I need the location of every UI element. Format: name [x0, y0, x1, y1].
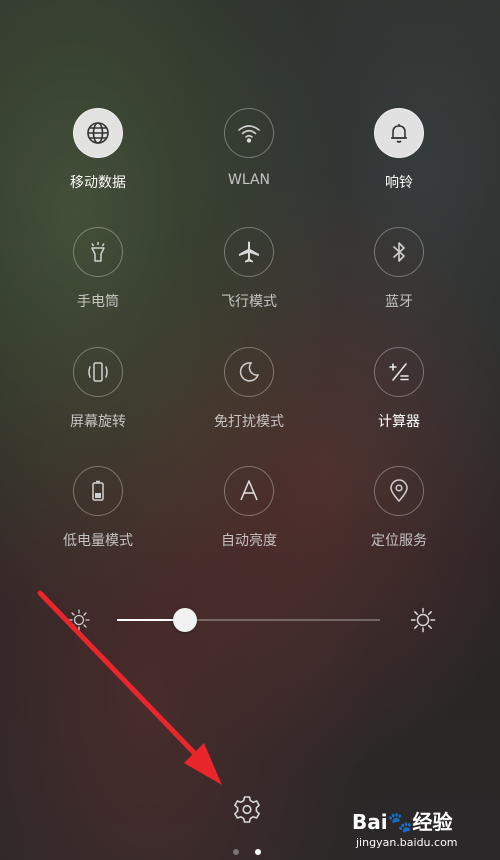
tile-label: 免打扰模式	[214, 414, 284, 430]
annotation-arrow	[37, 590, 222, 785]
location-pin-icon	[374, 466, 424, 516]
battery-icon	[73, 466, 123, 516]
sun-large-icon	[410, 607, 436, 637]
tile-label: 屏幕旋转	[70, 414, 126, 430]
letter-a-icon	[224, 466, 274, 516]
tile-label: 低电量模式	[63, 533, 133, 549]
tile-dnd[interactable]: 免打扰模式	[189, 347, 309, 437]
tile-label: WLAN	[227, 172, 270, 188]
tile-rotation[interactable]: 屏幕旋转	[38, 347, 158, 437]
tile-location[interactable]: 定位服务	[339, 466, 459, 556]
tile-label: 自动亮度	[221, 533, 277, 549]
tile-wlan[interactable]: WLAN	[189, 108, 309, 198]
tile-battery-saver[interactable]: 低电量模式	[38, 466, 158, 556]
tile-flashlight[interactable]: 手电筒	[38, 227, 158, 317]
tile-label: 计算器	[378, 414, 420, 430]
gear-icon[interactable]	[231, 794, 263, 826]
paw-icon: 🐾	[387, 810, 413, 834]
tile-bluetooth[interactable]: 蓝牙	[339, 227, 459, 317]
tile-ringer[interactable]: 响铃	[339, 108, 459, 198]
airplane-icon	[224, 227, 274, 277]
rotate-icon	[73, 347, 123, 397]
watermark-brand: Bai🐾经验	[352, 810, 453, 834]
baidu-watermark: Bai🐾经验 jingyan.baidu.com	[352, 804, 478, 856]
page-dot[interactable]	[233, 849, 239, 855]
tile-mobile-data[interactable]: 移动数据	[38, 108, 158, 198]
watermark-url: jingyan.baidu.com	[356, 836, 458, 849]
tile-label: 移动数据	[70, 175, 126, 191]
tile-label: 手电筒	[77, 294, 119, 310]
tile-calculator[interactable]: 计算器	[339, 347, 459, 437]
moon-icon	[224, 347, 274, 397]
flashlight-icon	[73, 227, 123, 277]
calculator-icon	[374, 347, 424, 397]
tile-label: 飞行模式	[221, 294, 277, 310]
page-dot-active[interactable]	[255, 849, 261, 855]
tile-label: 响铃	[385, 175, 413, 191]
tile-label: 定位服务	[371, 533, 427, 549]
tile-label: 蓝牙	[385, 294, 413, 310]
bell-icon	[374, 108, 424, 158]
tile-airplane[interactable]: 飞行模式	[189, 227, 309, 317]
page-indicator	[233, 849, 273, 857]
bluetooth-icon	[374, 227, 424, 277]
wifi-icon	[224, 108, 274, 158]
globe-icon	[73, 108, 123, 158]
tile-auto-brightness[interactable]: 自动亮度	[189, 466, 309, 556]
